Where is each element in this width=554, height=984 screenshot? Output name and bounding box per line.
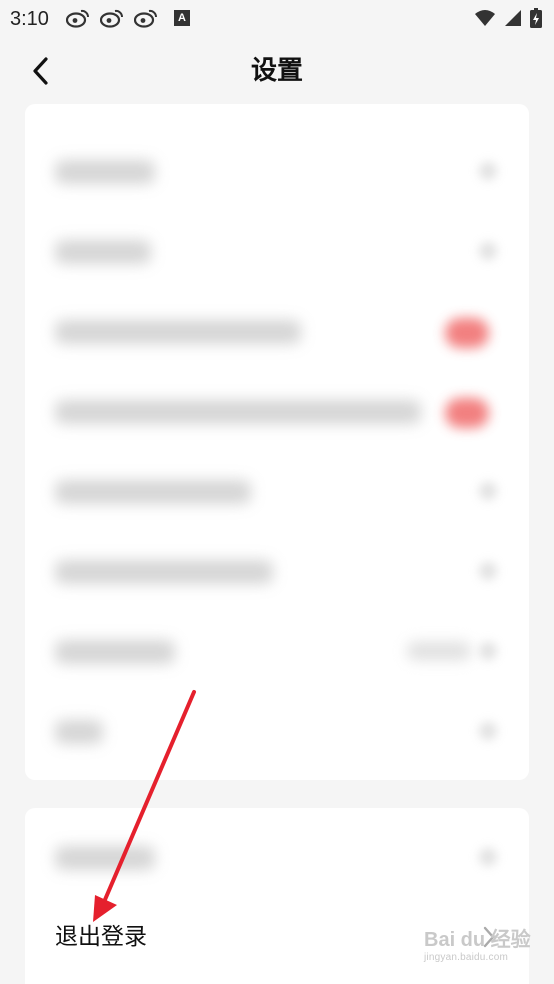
settings-row[interactable]	[25, 132, 529, 212]
chevron-right-icon	[479, 162, 497, 180]
a-badge-icon: A	[174, 10, 190, 26]
blurred-label	[55, 720, 103, 744]
weibo-icon	[100, 9, 124, 28]
blurred-label	[55, 560, 273, 584]
wifi-icon	[475, 10, 495, 26]
blurred-value	[407, 642, 471, 660]
chevron-right-icon	[479, 482, 497, 500]
blurred-label	[55, 240, 151, 264]
weibo-icon	[134, 9, 158, 28]
settings-row[interactable]	[25, 372, 529, 452]
status-system-icons	[474, 8, 542, 28]
signal-icon	[505, 10, 521, 26]
chevron-right-icon	[479, 642, 497, 660]
chevron-right-icon	[479, 562, 497, 580]
status-notification-icons: A	[66, 8, 190, 28]
blurred-label	[55, 640, 175, 664]
settings-row[interactable]	[25, 292, 529, 372]
blurred-label	[55, 400, 421, 424]
status-time: 3:10	[10, 8, 49, 30]
blurred-label	[55, 160, 155, 184]
logout-label: 退出登录	[55, 924, 147, 950]
watermark-logo-text: Bai du 经验	[424, 929, 531, 951]
settings-row[interactable]	[25, 818, 529, 898]
settings-card	[25, 104, 529, 780]
settings-row[interactable]	[25, 612, 529, 692]
watermark-url: jingyan.baidu.com	[424, 952, 509, 963]
battery-charging-icon	[530, 8, 542, 28]
settings-row[interactable]	[25, 452, 529, 532]
weibo-icon	[66, 9, 90, 28]
blurred-label	[55, 480, 251, 504]
settings-row[interactable]	[25, 532, 529, 612]
blurred-label	[55, 846, 155, 870]
blurred-label	[55, 320, 301, 344]
chevron-right-icon	[479, 722, 497, 740]
chevron-right-icon	[479, 848, 497, 866]
settings-row[interactable]	[25, 212, 529, 292]
chevron-right-icon	[479, 242, 497, 260]
page-title: 设置	[250, 56, 303, 86]
settings-row[interactable]	[25, 692, 529, 772]
status-bar: 3:10 A	[0, 0, 554, 38]
baidu-watermark: Bai du 经验 jingyan.baidu.com	[424, 928, 532, 972]
toggle-switch[interactable]	[445, 318, 489, 348]
top-bar: 设置	[0, 40, 554, 102]
toggle-switch[interactable]	[445, 398, 489, 428]
